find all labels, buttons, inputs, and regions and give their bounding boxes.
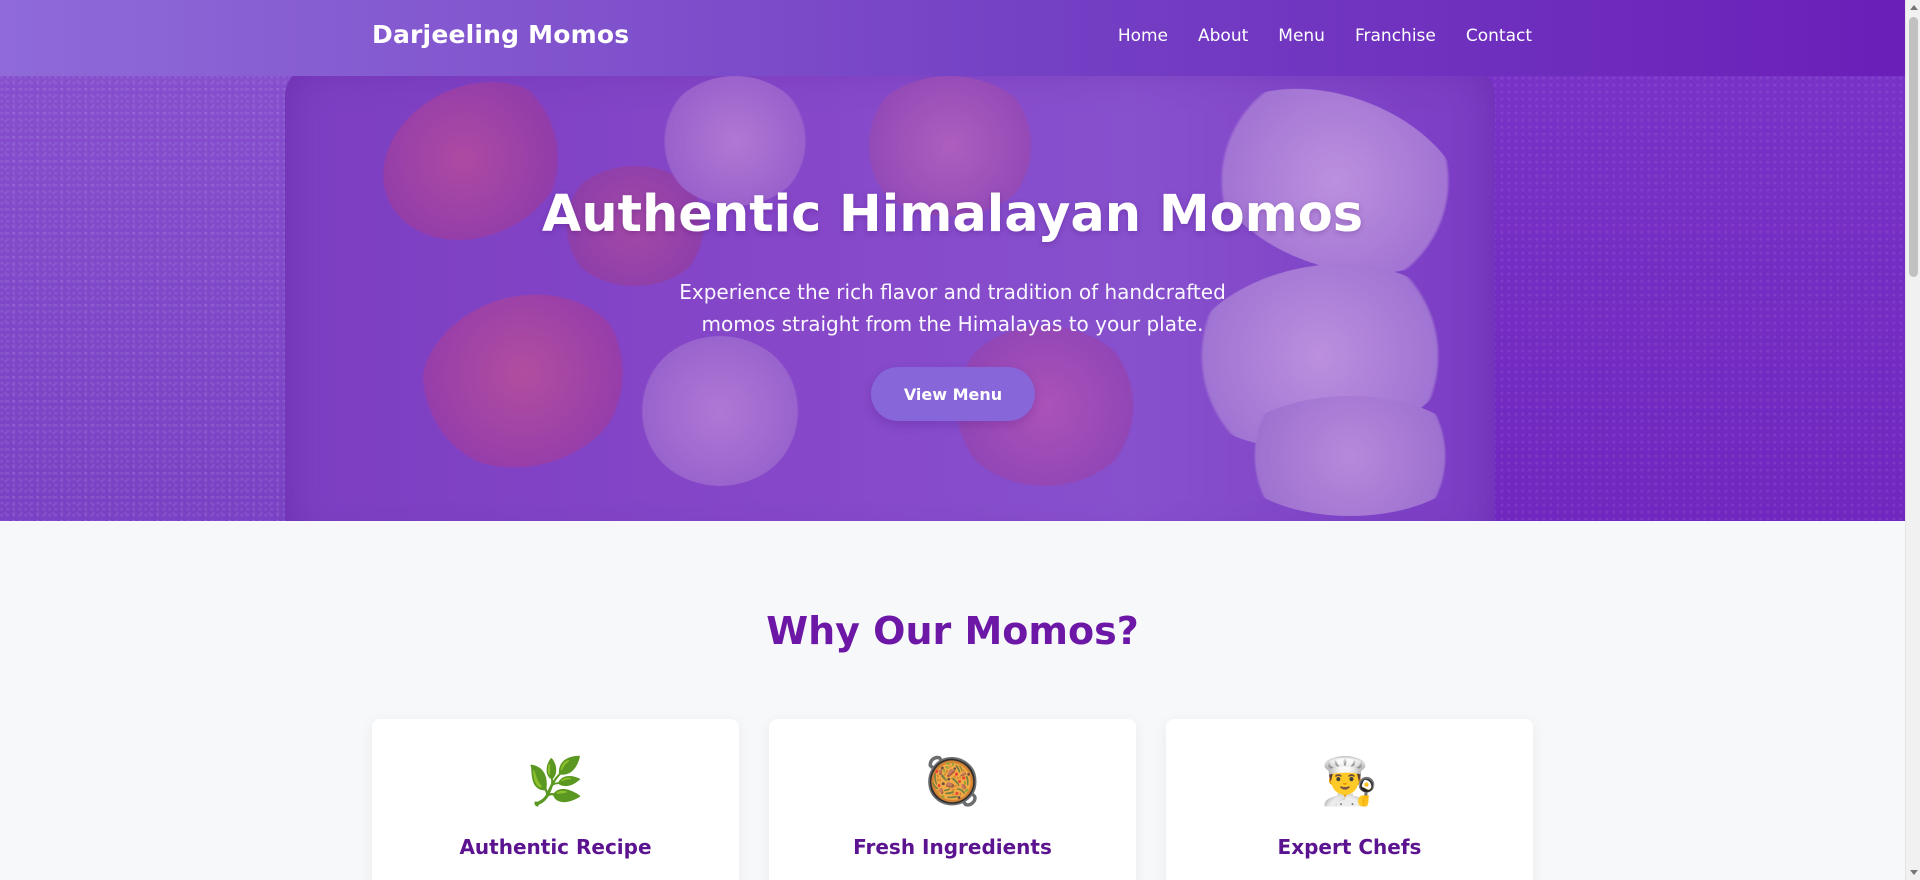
hero-subtitle: Experience the rich flavor and tradition… [679, 280, 1226, 336]
scroll-down-arrow-icon[interactable] [1910, 870, 1918, 875]
nav-contact[interactable]: Contact [1466, 26, 1532, 46]
feature-card-authentic-recipe: 🌿 Authentic Recipe [372, 719, 739, 880]
features-section: Why Our Momos? 🌿 Authentic Recipe 🥘 Fres… [0, 521, 1905, 880]
scroll-up-arrow-icon[interactable] [1910, 5, 1918, 10]
hero-section: Authentic Himalayan Momos Experience the… [0, 76, 1905, 521]
scrollbar-thumb[interactable] [1909, 17, 1918, 277]
hero-content: Authentic Himalayan Momos Experience the… [0, 76, 1905, 521]
nav-franchise[interactable]: Franchise [1355, 26, 1436, 46]
chef-icon: 👨‍🍳 [1320, 754, 1379, 808]
page: Darjeeling Momos Home About Menu Franchi… [0, 0, 1905, 880]
features-title: Why Our Momos? [766, 609, 1139, 653]
feature-card-expert-chefs: 👨‍🍳 Expert Chefs [1166, 719, 1533, 880]
pan-icon: 🥘 [923, 754, 982, 808]
feature-card-title: Expert Chefs [1277, 835, 1422, 859]
feature-card-fresh-ingredients: 🥘 Fresh Ingredients [769, 719, 1136, 880]
brand-logo-text[interactable]: Darjeeling Momos [372, 20, 629, 49]
hero-title: Authentic Himalayan Momos [541, 185, 1364, 244]
feature-card-title: Authentic Recipe [459, 835, 652, 859]
nav-menu[interactable]: Menu [1278, 26, 1325, 46]
nav-about[interactable]: About [1198, 26, 1248, 46]
vertical-scrollbar[interactable] [1905, 0, 1920, 880]
leaf-icon: 🌿 [526, 754, 585, 808]
feature-card-title: Fresh Ingredients [853, 835, 1052, 859]
view-menu-button[interactable]: View Menu [871, 367, 1035, 421]
main-navigation: Home About Menu Franchise Contact [1118, 26, 1532, 46]
site-header: Darjeeling Momos Home About Menu Franchi… [0, 0, 1905, 76]
nav-home[interactable]: Home [1118, 26, 1168, 46]
